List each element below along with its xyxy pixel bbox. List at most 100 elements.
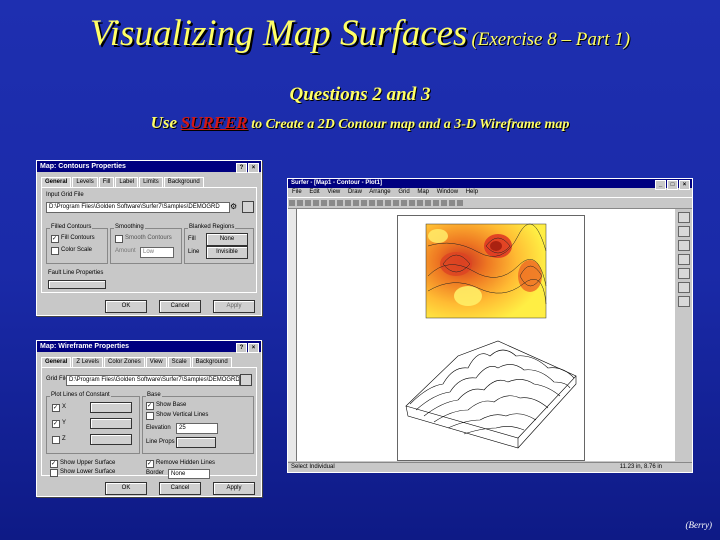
vector-map-icon[interactable]	[425, 200, 431, 206]
remove-hidden-lines-checkbox[interactable]: ✓	[146, 460, 154, 468]
text-tool-icon[interactable]	[678, 226, 690, 237]
redo-icon[interactable]	[353, 200, 359, 206]
open-icon[interactable]	[297, 200, 303, 206]
close-icon[interactable]: ×	[679, 180, 690, 190]
cancel-button[interactable]: Cancel	[159, 300, 201, 313]
z-lines-checkbox[interactable]	[52, 436, 60, 444]
y-line-props-button[interactable]	[90, 418, 132, 429]
show-lower-surface-checkbox[interactable]	[50, 469, 58, 477]
contour-map[interactable]	[425, 223, 547, 319]
grid-data-icon[interactable]	[385, 200, 391, 206]
apply-button[interactable]: Apply	[213, 300, 255, 313]
x-line-props-button[interactable]	[90, 402, 132, 413]
zoom-in-icon[interactable]	[361, 200, 367, 206]
tab-label[interactable]: Label	[115, 177, 139, 187]
ok-button[interactable]: OK	[105, 300, 147, 313]
show-vertical-lines-label: Show Vertical Lines	[156, 412, 209, 418]
surface-map-icon[interactable]	[409, 200, 415, 206]
polygon-tool-icon[interactable]	[678, 240, 690, 251]
menu-view[interactable]: View	[327, 189, 340, 195]
input-grid-field[interactable]: D:\Program Files\Golden Software\Surfer7…	[46, 202, 230, 213]
copy-icon[interactable]	[329, 200, 335, 206]
tab-view[interactable]: View	[145, 357, 167, 367]
close-icon[interactable]: ×	[248, 163, 259, 173]
zoom-out-icon[interactable]	[369, 200, 375, 206]
blanked-line-button[interactable]: Invisible	[206, 246, 248, 259]
smoothing-group	[110, 228, 182, 264]
ok-button[interactable]: OK	[105, 482, 147, 495]
tab-general[interactable]: General	[41, 357, 72, 367]
help-icon[interactable]: ?	[236, 343, 247, 353]
tab-general[interactable]: General	[41, 177, 72, 187]
menu-draw[interactable]: Draw	[348, 189, 362, 195]
blanked-fill-button[interactable]: None	[206, 233, 248, 246]
grid-info-button[interactable]	[240, 374, 252, 386]
maximize-icon[interactable]: □	[667, 180, 678, 190]
show-upper-surface-checkbox[interactable]: ✓	[50, 460, 58, 468]
zoom-page-icon[interactable]	[377, 200, 383, 206]
file-info-button[interactable]	[242, 201, 254, 213]
minimize-icon[interactable]: _	[655, 180, 666, 190]
rectangle-tool-icon[interactable]	[678, 282, 690, 293]
open-file-icon[interactable]: ⚙	[230, 202, 237, 211]
base-line-props-button[interactable]	[176, 437, 216, 448]
overlay-icon[interactable]	[457, 200, 463, 206]
amount-select[interactable]: Low	[140, 247, 174, 258]
shaded-relief-icon[interactable]	[449, 200, 455, 206]
fault-line-button[interactable]	[48, 280, 106, 289]
y-lines-checkbox[interactable]: ✓	[52, 420, 60, 428]
symbol-tool-icon[interactable]	[678, 268, 690, 279]
menu-edit[interactable]: Edit	[309, 189, 319, 195]
elevation-input[interactable]: 25	[176, 423, 218, 434]
tab-limits[interactable]: Limits	[139, 177, 163, 187]
paste-icon[interactable]	[337, 200, 343, 206]
plot-document[interactable]	[297, 209, 675, 461]
tab-background[interactable]: Background	[191, 357, 232, 367]
ellipse-tool-icon[interactable]	[678, 296, 690, 307]
tab-z-levels[interactable]: Z Levels	[72, 357, 104, 367]
show-lower-surface-label: Show Lower Surface	[60, 469, 116, 475]
color-scale-checkbox[interactable]	[51, 247, 59, 255]
cut-icon[interactable]	[321, 200, 327, 206]
save-icon[interactable]	[305, 200, 311, 206]
tab-fill[interactable]: Fill	[98, 177, 115, 187]
new-icon[interactable]	[289, 200, 295, 206]
post-map-icon[interactable]	[417, 200, 423, 206]
tab-levels[interactable]: Levels	[72, 177, 98, 187]
help-icon[interactable]: ?	[236, 163, 247, 173]
menu-window[interactable]: Window	[437, 189, 458, 195]
tab-scale[interactable]: Scale	[167, 357, 191, 367]
grid-file-field[interactable]: D:\Program Files\Golden Software\Surfer7…	[66, 375, 240, 386]
menu-help[interactable]: Help	[466, 189, 478, 195]
menu-map[interactable]: Map	[417, 189, 429, 195]
fill-contours-checkbox[interactable]: ✓	[51, 235, 59, 243]
cancel-button[interactable]: Cancel	[159, 482, 201, 495]
contour-dialog-titlebar[interactable]: Map: Contours Properties ? ×	[37, 161, 261, 173]
wireframe-map-icon[interactable]	[401, 200, 407, 206]
wireframe-map[interactable]	[405, 340, 577, 449]
polyline-tool-icon[interactable]	[678, 254, 690, 265]
surfer-link[interactable]: SURFER	[181, 113, 248, 132]
apply-button[interactable]: Apply	[213, 482, 255, 495]
tab-color-zones[interactable]: Color Zones	[104, 357, 145, 367]
image-map-icon[interactable]	[441, 200, 447, 206]
menu-grid[interactable]: Grid	[398, 189, 409, 195]
z-line-props-button[interactable]	[90, 434, 132, 445]
select-tool-icon[interactable]	[678, 212, 690, 223]
menu-arrange[interactable]: Arrange	[369, 189, 390, 195]
show-vertical-lines-checkbox[interactable]	[146, 412, 154, 420]
surfer-toolbar	[288, 197, 692, 209]
surfer-titlebar[interactable]: Surfer - [Map1 - Contour - Plot1] _ □ ×	[288, 179, 692, 190]
x-lines-checkbox[interactable]: ✓	[52, 404, 60, 412]
base-map-icon[interactable]	[433, 200, 439, 206]
show-base-checkbox[interactable]: ✓	[146, 402, 154, 410]
wireframe-dialog-titlebar[interactable]: Map: Wireframe Properties ? ×	[37, 341, 261, 353]
contour-map-icon[interactable]	[393, 200, 399, 206]
border-select[interactable]: None	[168, 469, 210, 479]
tab-background[interactable]: Background	[163, 177, 204, 187]
menu-file[interactable]: File	[292, 189, 302, 195]
undo-icon[interactable]	[345, 200, 351, 206]
close-icon[interactable]: ×	[248, 343, 259, 353]
smooth-contours-checkbox[interactable]	[115, 235, 123, 243]
print-icon[interactable]	[313, 200, 319, 206]
